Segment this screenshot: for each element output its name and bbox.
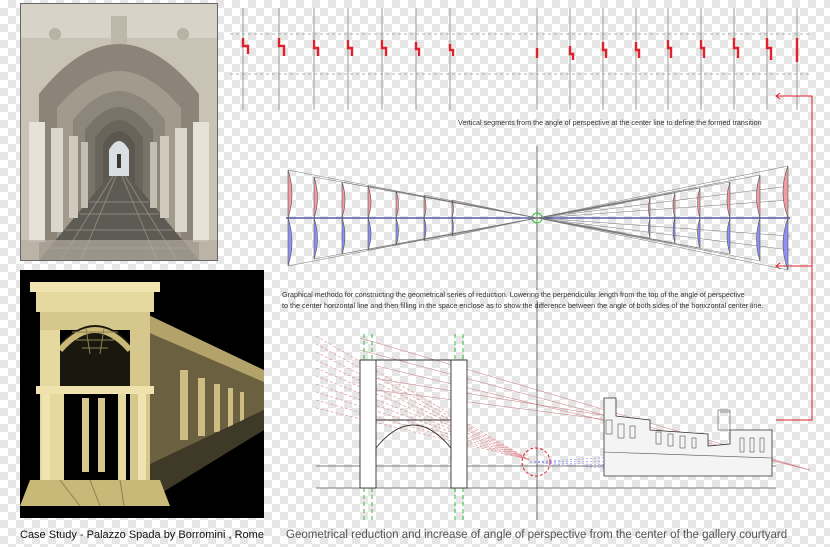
graphical-method-caption-line1: Graphical methodo for constructing the g… (282, 290, 745, 299)
perspective-diagram (230, 8, 813, 520)
graphical-method-caption-line2: to the center horizontal line and then f… (282, 301, 764, 310)
main-title-caption: Geometrical reduction and increase of an… (286, 529, 788, 541)
vertical-segments-panel (230, 8, 812, 110)
vertical-segments-caption: Vertical segments from the angle of pers… (458, 118, 762, 127)
case-study-caption: Case Study - Palazzo Spada by Borromini … (20, 529, 264, 541)
ray-fan-panel (286, 146, 791, 290)
connector-arrows (775, 92, 813, 421)
section-drawing-panel (315, 300, 811, 520)
